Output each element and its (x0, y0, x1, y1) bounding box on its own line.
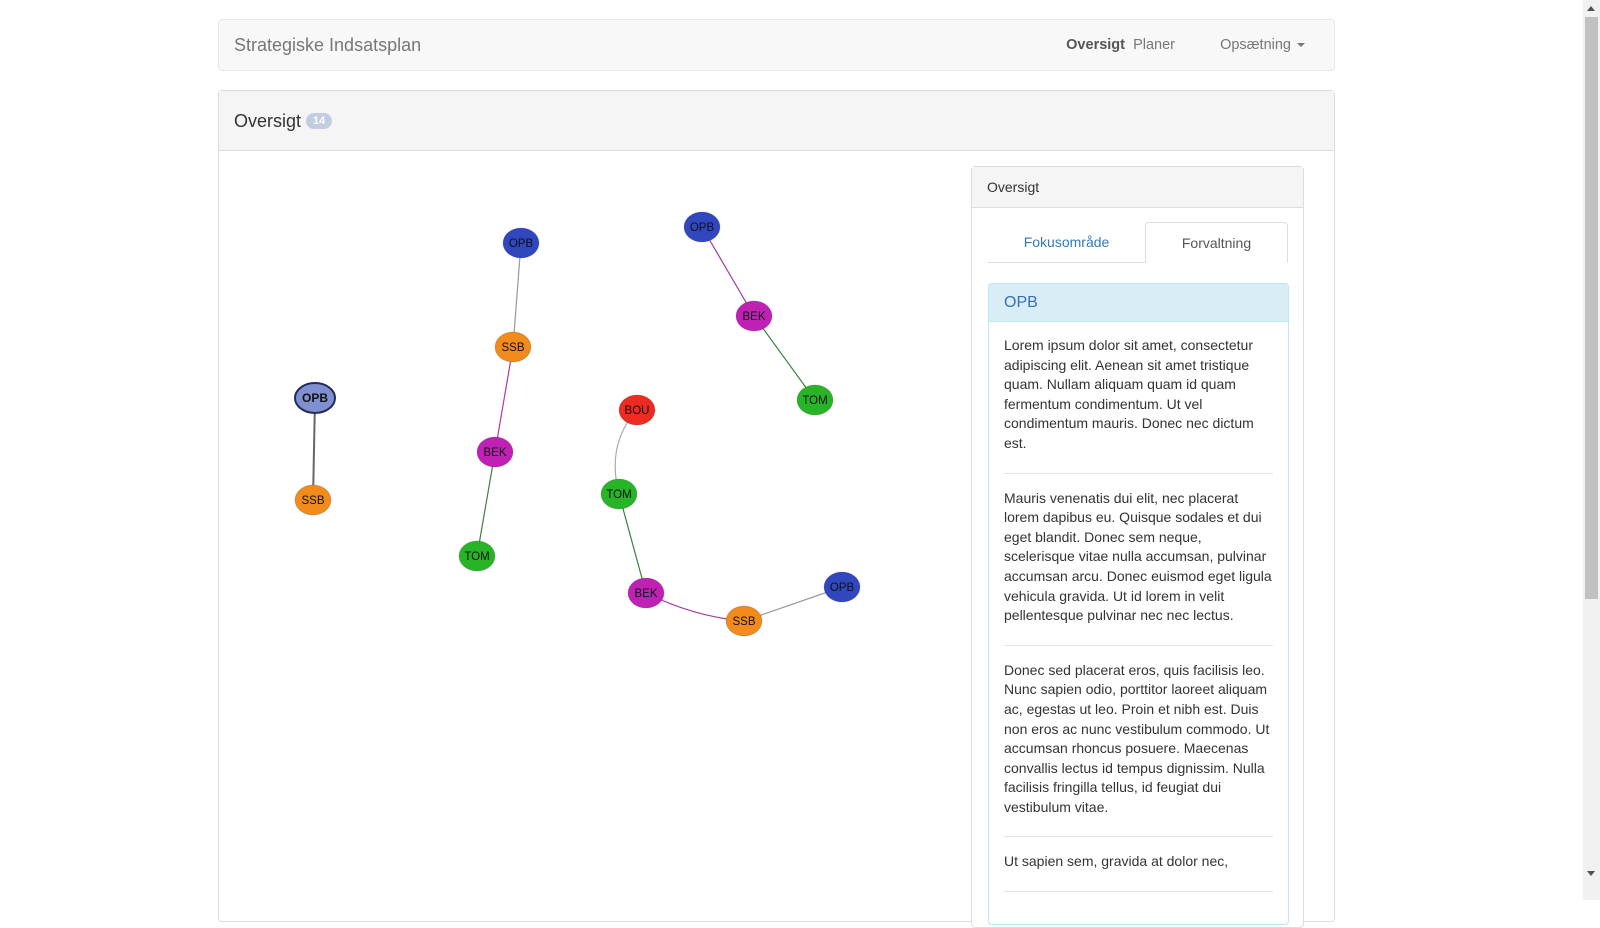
info-paragraph: Lorem ipsum dolor sit amet, consectetur … (1004, 322, 1273, 474)
page-scrollbar[interactable] (1583, 0, 1600, 900)
graph-node[interactable]: OPB (502, 227, 540, 259)
graph-node-label: BEK (634, 588, 657, 600)
graph-edge (476, 451, 496, 557)
graph-node[interactable]: BOU (618, 394, 656, 426)
info-panel-heading: OPB (989, 284, 1288, 322)
graph-node-label: SSB (732, 616, 755, 628)
graph-edge (494, 346, 514, 453)
nav-item-opsaetning-dropdown[interactable]: Opsætning (1220, 37, 1305, 53)
graph-node-label: TOM (606, 489, 631, 501)
graph-node[interactable]: SSB (725, 605, 763, 637)
side-panel: Oversigt Fokusområde Forvaltning OPB Lor… (971, 166, 1304, 928)
graph-node-label: BOU (625, 405, 650, 417)
tab-forvaltning[interactable]: Forvaltning (1145, 222, 1288, 263)
graph-node-label: BEK (742, 311, 765, 323)
graph-node[interactable]: OPB (683, 211, 721, 243)
graph-node[interactable]: TOM (796, 384, 834, 416)
graph-node-label: SSB (501, 342, 524, 354)
nav-item-oversigt[interactable]: Oversigt (1066, 37, 1125, 53)
scroll-up-arrow-icon[interactable] (1587, 6, 1595, 11)
page-title: Oversigt 14 (234, 111, 333, 132)
graph-edges (312, 226, 843, 622)
navbar-brand[interactable]: Strategiske Indsatsplan (234, 35, 421, 56)
graph-node-label: TOM (464, 551, 489, 563)
graph-node[interactable]: OPB (823, 571, 861, 603)
nav-item-planer[interactable]: Planer (1133, 37, 1175, 53)
caret-down-icon (1297, 43, 1305, 48)
graph-node[interactable]: BEK (476, 436, 514, 468)
page-title-text: Oversigt (234, 111, 302, 131)
info-list: Lorem ipsum dolor sit amet, consectetur … (989, 322, 1288, 893)
tab-fokusomraade[interactable]: Fokusområde (988, 222, 1145, 262)
top-navbar: Strategiske Indsatsplan Oversigt Planer … (218, 19, 1335, 71)
graph-node[interactable]: OPB (294, 382, 336, 414)
graph-node[interactable]: SSB (494, 331, 532, 363)
graph-node-label: OPB (690, 222, 715, 234)
graph-node-label: OPB (509, 238, 534, 250)
graph-node-label: BEK (483, 447, 506, 459)
graph-edge (512, 242, 522, 348)
graph-nodes: OPB SSB OPB SSB BEK TOM OPB BEK TOM BOU TOM BEK SSB O… (294, 211, 861, 637)
graph-node-label: OPB (302, 391, 328, 405)
graph-node[interactable]: TOM (600, 478, 638, 510)
info-paragraph: Donec sed placerat eros, quis facilisis … (1004, 646, 1273, 838)
count-badge: 14 (306, 113, 333, 130)
graph-node[interactable]: BEK (735, 300, 773, 332)
info-paragraph: Ut sapien sem, gravida at dolor nec, (1004, 837, 1273, 893)
side-panel-title: Oversigt (987, 179, 1040, 195)
scroll-down-arrow-icon[interactable] (1587, 871, 1595, 876)
info-paragraph: Mauris venenatis dui elit, nec placerat … (1004, 474, 1273, 646)
scrollbar-thumb[interactable] (1585, 17, 1598, 599)
network-graph[interactable]: OPB SSB OPB SSB BEK TOM OPB BEK TOM BOU TOM BEK SSB O… (219, 151, 959, 881)
info-panel: OPB Lorem ipsum dolor sit amet, consecte… (988, 283, 1289, 925)
graph-node-label: TOM (802, 395, 827, 407)
side-panel-heading: Oversigt (972, 167, 1303, 208)
overview-panel-heading: Oversigt 14 (219, 91, 1334, 151)
graph-node-label: SSB (301, 495, 324, 507)
nav-item-opsaetning-label: Opsætning (1220, 37, 1291, 53)
side-panel-tabs: Fokusområde Forvaltning (988, 222, 1288, 263)
graph-node[interactable]: TOM (458, 540, 496, 572)
graph-node-label: OPB (830, 582, 855, 594)
graph-node[interactable]: BEK (627, 577, 665, 609)
graph-node[interactable]: SSB (294, 484, 332, 516)
